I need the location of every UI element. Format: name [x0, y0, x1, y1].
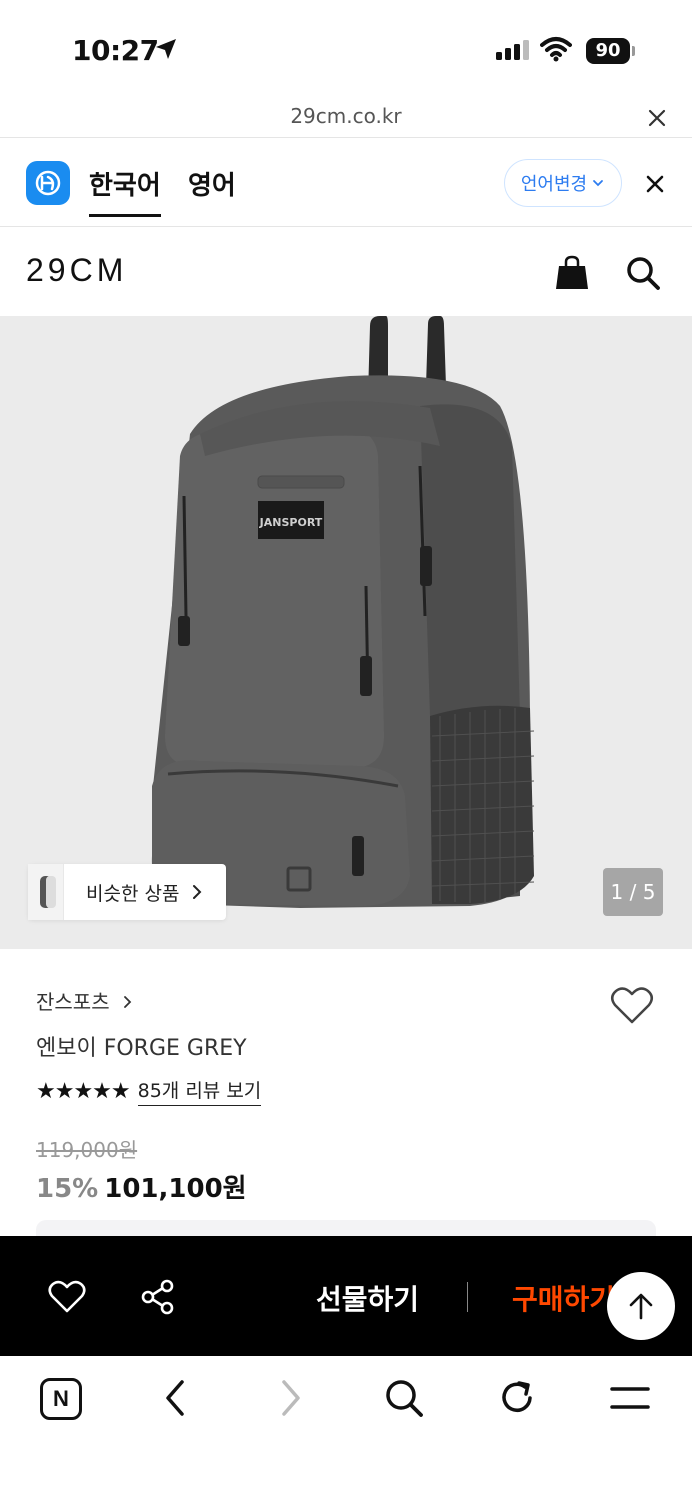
translate-close-icon[interactable]: [644, 173, 666, 195]
site-logo[interactable]: 29CM: [26, 252, 127, 289]
wifi-icon: [540, 37, 572, 62]
naver-home-icon[interactable]: N: [40, 1378, 82, 1420]
translate-bar: 한국어 영어 언어변경: [0, 139, 692, 227]
chevron-right-icon: [124, 996, 132, 1008]
image-pager: 1 / 5: [603, 868, 663, 916]
tab-korean[interactable]: 한국어: [89, 165, 161, 217]
share-icon[interactable]: [140, 1279, 176, 1315]
chevron-down-icon: [593, 180, 604, 187]
browser-toolbar: N: [0, 1356, 692, 1500]
url-text[interactable]: 29cm.co.kr: [0, 104, 692, 128]
location-arrow-icon: [156, 39, 176, 59]
heart-icon[interactable]: [48, 1280, 86, 1314]
close-icon[interactable]: [644, 105, 670, 131]
wishlist-heart-icon[interactable]: [610, 986, 654, 1026]
refresh-icon[interactable]: [497, 1378, 537, 1418]
product-image-gallery[interactable]: JANSPORT 비슷한 상품 1 / 5: [0, 316, 692, 949]
menu-icon[interactable]: [610, 1378, 650, 1418]
tab-english[interactable]: 영어: [188, 165, 236, 202]
similar-products-button[interactable]: 비슷한 상품: [28, 864, 226, 920]
sale-price: 101,100원: [104, 1174, 247, 1204]
forward-icon[interactable]: [278, 1378, 304, 1418]
buy-button[interactable]: 구매하기: [512, 1278, 615, 1318]
brand-name: 잔스포츠: [36, 990, 110, 1014]
translate-logo-icon: [26, 161, 70, 205]
svg-text:JANSPORT: JANSPORT: [259, 516, 323, 529]
brand-link[interactable]: 잔스포츠: [36, 986, 134, 1015]
gift-button[interactable]: 선물하기: [316, 1278, 419, 1318]
action-divider: [467, 1282, 468, 1312]
similar-products-thumbnail: [28, 864, 64, 920]
status-time: 10:27: [72, 34, 159, 67]
cellular-signal-icon: [496, 40, 529, 60]
price-row: 15% 101,100원: [36, 1168, 247, 1205]
original-price: 119,000원: [36, 1138, 138, 1162]
rating-stars: ★★★★★: [36, 1078, 131, 1104]
product-rating: ★★★★★ 85개 리뷰 보기: [36, 1076, 262, 1106]
battery-tip: [632, 46, 635, 56]
search-icon[interactable]: [624, 254, 662, 292]
review-link[interactable]: 85개 리뷰 보기: [137, 1076, 262, 1106]
shopping-bag-icon[interactable]: [554, 254, 590, 292]
similar-products-label: 비슷한 상품: [86, 882, 180, 905]
discount-rate: 15%: [36, 1174, 99, 1204]
battery-icon: 90: [586, 38, 630, 64]
language-change-button[interactable]: 언어변경: [504, 159, 622, 207]
browser-url-bar[interactable]: 29cm.co.kr: [0, 100, 692, 138]
product-name: 엔보이 FORGE GREY: [36, 1036, 247, 1061]
scroll-to-top-button[interactable]: [607, 1272, 675, 1340]
status-bar: 10:27 90: [0, 0, 692, 100]
back-icon[interactable]: [162, 1378, 188, 1418]
purchase-action-bar: 선물하기 구매하기: [0, 1236, 692, 1356]
arrow-up-icon: [629, 1293, 653, 1320]
language-change-label: 언어변경: [520, 174, 588, 195]
chevron-right-icon: [193, 885, 202, 899]
site-header: 29CM: [0, 228, 692, 316]
search-icon[interactable]: [384, 1378, 424, 1418]
backpack-product-image: JANSPORT: [151, 316, 535, 908]
